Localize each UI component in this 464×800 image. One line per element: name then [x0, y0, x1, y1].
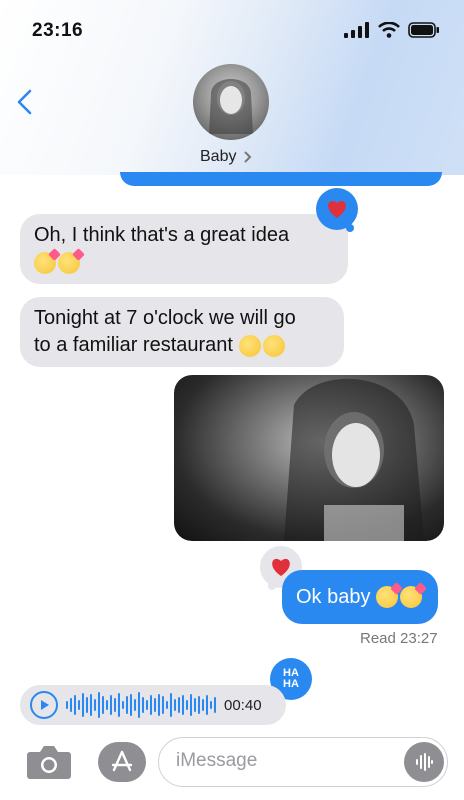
- waveform-bar: [114, 698, 116, 712]
- kiss-emoji-icon: [400, 586, 423, 608]
- smile-emoji-icon: [262, 334, 285, 357]
- camera-icon[interactable]: [26, 744, 72, 785]
- contact-name: Baby: [200, 148, 237, 165]
- message-input-placeholder: iMessage: [176, 750, 258, 771]
- waveform-bar: [102, 696, 104, 714]
- wifi-icon: [378, 22, 400, 38]
- waveform-bar: [74, 695, 76, 715]
- kiss-emoji-icon: [376, 586, 399, 608]
- sent-bubble-partial: [120, 172, 442, 186]
- chevron-left-icon[interactable]: [14, 88, 36, 116]
- waveform-bar: [82, 693, 84, 717]
- waveform-bar: [214, 697, 216, 713]
- audio-waveform[interactable]: [66, 690, 216, 720]
- play-icon[interactable]: [30, 691, 58, 719]
- waveform-bar: [182, 695, 184, 715]
- waveform-bar: [94, 699, 96, 711]
- waveform-bar: [186, 700, 188, 710]
- waveform-bar: [118, 693, 120, 717]
- emoji-row: [34, 249, 334, 276]
- read-receipt: Read 23:27: [360, 630, 438, 647]
- waveform-bar: [106, 700, 108, 710]
- waveform-bar: [70, 698, 72, 712]
- waveform-bar: [162, 696, 164, 714]
- haha-line: HA: [283, 678, 299, 690]
- smile-emoji-icon: [238, 334, 261, 357]
- waveform-bar: [98, 692, 100, 718]
- message-text: to a familiar restaurant: [34, 334, 233, 356]
- audio-message[interactable]: 00:40: [20, 685, 286, 725]
- message-text-line2: to a familiar restaurant: [34, 332, 330, 359]
- contact-name-button[interactable]: Baby: [200, 148, 252, 166]
- tapback-tail: [268, 582, 276, 590]
- status-icons: [344, 22, 440, 38]
- status-time: 23:16: [32, 20, 84, 41]
- waveform-bar: [66, 701, 68, 709]
- waveform-bar: [178, 697, 180, 713]
- waveform-bar: [78, 700, 80, 710]
- sent-message-1[interactable]: Ok baby: [282, 570, 439, 624]
- heart-icon: [328, 200, 346, 218]
- waveform-bar: [198, 696, 200, 714]
- waveform-bar: [158, 694, 160, 716]
- waveform-bar: [206, 695, 208, 715]
- tapback-tail: [346, 224, 354, 232]
- waveform-bar: [126, 696, 128, 714]
- waveform-bar: [150, 695, 152, 715]
- waveform-bar: [146, 700, 148, 710]
- waveform-bar: [90, 694, 92, 716]
- waveform-bar: [190, 694, 192, 716]
- chevron-right-icon: [244, 151, 252, 163]
- app-store-icon[interactable]: [98, 742, 146, 782]
- waveform-bar: [202, 699, 204, 711]
- audio-duration: 00:40: [224, 696, 262, 714]
- waveform-bar: [122, 701, 124, 709]
- kiss-emoji-icon: [34, 251, 56, 274]
- received-message-1[interactable]: Oh, I think that's a great idea: [20, 214, 348, 284]
- kiss-emoji-icon: [58, 251, 80, 274]
- waveform-bar: [174, 699, 176, 711]
- waveform-bar: [142, 697, 144, 713]
- battery-icon: [408, 22, 439, 38]
- signal-icon: [344, 22, 369, 38]
- audio-record-icon[interactable]: [404, 742, 444, 782]
- waveform-bar: [138, 692, 140, 718]
- waveform-bar: [134, 699, 136, 711]
- photo-message[interactable]: [174, 375, 444, 541]
- message-text: Tonight at 7 o'clock we will go: [34, 307, 296, 329]
- waveform-bar: [166, 701, 168, 709]
- message-text: Oh, I think that's a great idea: [34, 224, 290, 246]
- received-message-2[interactable]: Tonight at 7 o'clock we will go to a fam…: [20, 297, 344, 367]
- waveform-bar: [170, 693, 172, 717]
- waveform-bar: [154, 698, 156, 712]
- waveform-bar: [110, 695, 112, 715]
- waveform-bar: [210, 701, 212, 709]
- waveform-bar: [194, 698, 196, 712]
- contact-avatar[interactable]: [193, 64, 269, 140]
- waveform-bar: [86, 697, 88, 713]
- waveform-bar: [130, 694, 132, 716]
- message-text: Ok baby: [296, 585, 371, 608]
